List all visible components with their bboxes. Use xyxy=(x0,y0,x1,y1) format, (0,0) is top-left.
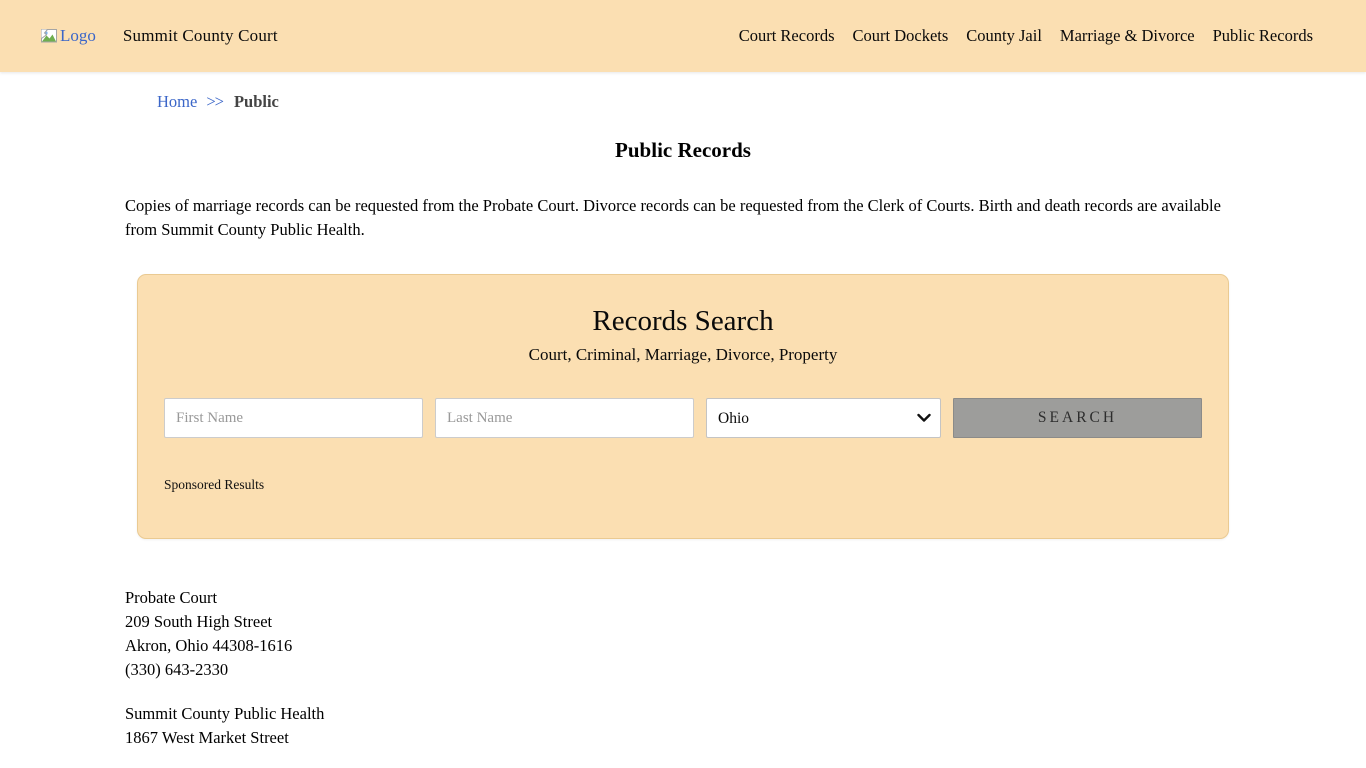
contact-line: Summit County Public Health xyxy=(125,702,1241,726)
sponsored-results-label: Sponsored Results xyxy=(164,477,1202,493)
search-button[interactable]: SEARCH xyxy=(953,398,1202,438)
breadcrumb: Home >> Public xyxy=(157,72,1241,112)
state-select-wrapper: Ohio xyxy=(706,398,941,438)
search-form-row: Ohio SEARCH xyxy=(164,398,1202,438)
nav-public-records[interactable]: Public Records xyxy=(1213,26,1313,46)
breadcrumb-home-link[interactable]: Home xyxy=(157,92,197,112)
nav-court-dockets[interactable]: Court Dockets xyxy=(853,26,949,46)
breadcrumb-separator: >> xyxy=(206,92,223,112)
last-name-input[interactable] xyxy=(435,398,694,438)
contact-line: 1867 West Market Street xyxy=(125,726,1241,750)
page-title: Public Records xyxy=(125,138,1241,163)
logo-alt-text: Logo xyxy=(60,26,96,46)
header: Logo Summit County Court Court Records C… xyxy=(0,0,1366,72)
main-nav: Court Records Court Dockets County Jail … xyxy=(739,26,1313,46)
contact-line: 209 South High Street xyxy=(125,610,1241,634)
broken-image-icon xyxy=(40,28,58,44)
site-title: Summit County Court xyxy=(123,26,278,46)
contact-probate-court: Probate Court 209 South High Street Akro… xyxy=(125,586,1241,682)
first-name-input[interactable] xyxy=(164,398,423,438)
records-search-panel: Records Search Court, Criminal, Marriage… xyxy=(137,274,1229,539)
nav-marriage-divorce[interactable]: Marriage & Divorce xyxy=(1060,26,1195,46)
logo-link[interactable]: Logo xyxy=(40,26,96,46)
contact-line: (330) 643-2330 xyxy=(125,658,1241,682)
contact-line: Akron, Ohio 44308-1616 xyxy=(125,634,1241,658)
intro-paragraph: Copies of marriage records can be reques… xyxy=(125,194,1241,242)
nav-court-records[interactable]: Court Records xyxy=(739,26,835,46)
contact-line: Probate Court xyxy=(125,586,1241,610)
nav-county-jail[interactable]: County Jail xyxy=(966,26,1042,46)
content-container: Home >> Public Public Records Copies of … xyxy=(125,72,1241,750)
contact-info: Probate Court 209 South High Street Akro… xyxy=(125,586,1241,750)
records-search-title: Records Search xyxy=(164,305,1202,338)
state-select[interactable]: Ohio xyxy=(706,398,941,438)
records-search-subtitle: Court, Criminal, Marriage, Divorce, Prop… xyxy=(164,345,1202,365)
contact-public-health: Summit County Public Health 1867 West Ma… xyxy=(125,702,1241,750)
breadcrumb-current: Public xyxy=(234,92,279,112)
